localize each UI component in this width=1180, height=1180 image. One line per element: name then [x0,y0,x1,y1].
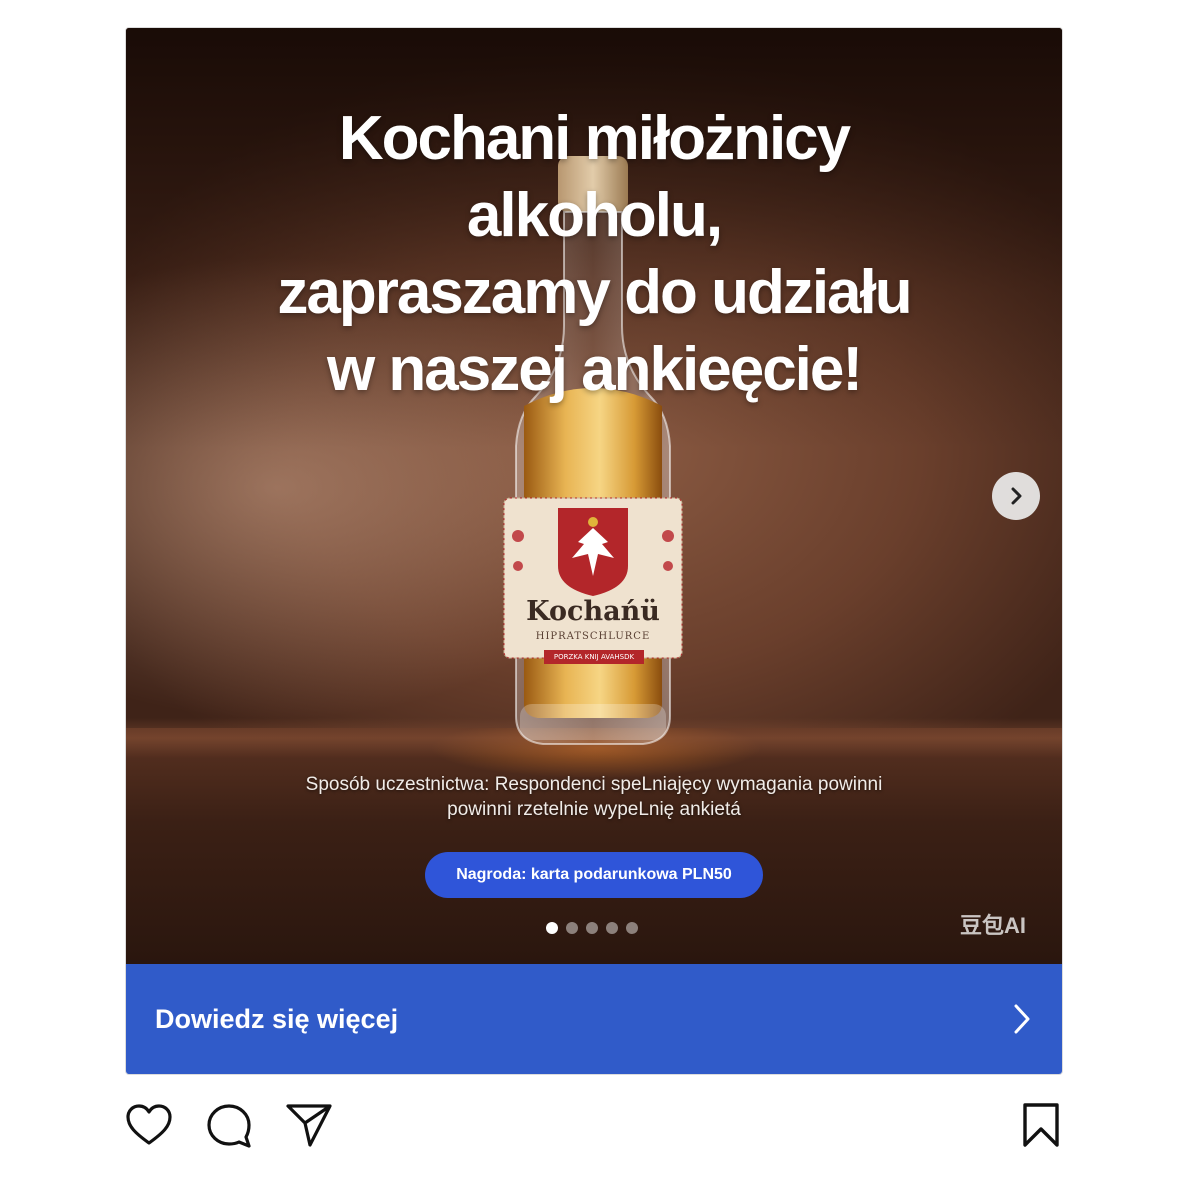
headline-line: zapraszamy do udziału [277,258,912,327]
carousel-dot-active [546,922,558,934]
comment-button[interactable] [204,1100,254,1150]
carousel-dot [586,922,598,934]
carousel-dot [606,922,618,934]
heart-icon [126,1104,172,1145]
share-button[interactable] [284,1100,334,1150]
participation-line: Sposób uczestnictwa: Respondenci speLnia… [305,774,883,795]
bottle-brand-text: Kochańü [526,596,660,627]
cta-label: Dowiedz się więcej [155,1003,399,1034]
carousel-dot [626,922,638,934]
bottle-subtitle-text: HIPRATSCHLURCE [535,631,651,642]
prize-pill: Nagroda: karta podarunkowa PLN50 [425,852,763,898]
ad-image[interactable]: Kochańü HIPRATSCHLURCE PORZKA KNIJ AVAHS… [126,28,1062,964]
post-action-bar [124,1100,1062,1150]
learn-more-cta-button[interactable]: Dowiedz się więcej [126,964,1062,1074]
bottle-band-text: PORZKA KNIJ AVAHSDK [553,653,635,661]
paper-plane-icon [286,1104,332,1147]
participation-text: Sposób uczestnictwa: Respondenci speLnia… [216,772,972,822]
comment-bubble-icon [207,1104,251,1148]
headline-line: Kochani miłożnicy [338,104,851,173]
ai-watermark: 豆包AI [960,913,1027,938]
save-button[interactable] [1016,1100,1066,1150]
chevron-right-icon [1014,1004,1030,1034]
chevron-right-icon [1011,487,1022,505]
headline-line: w naszej ankieęcie! [326,335,863,404]
carousel-dots [546,922,638,934]
ad-post-card: Kochańü HIPRATSCHLURCE PORZKA KNIJ AVAHS… [125,27,1063,1075]
carousel-dot [566,922,578,934]
carousel-next-button[interactable] [992,472,1040,520]
headline-line: alkoholu, [466,181,723,250]
participation-line: powinni rzetelnie wypeLnię ankietá [447,799,741,820]
ad-headline: Kochani miłożnicy alkoholu, zapraszamy d… [166,100,1022,408]
like-button[interactable] [124,1100,174,1150]
bookmark-icon [1023,1103,1059,1147]
